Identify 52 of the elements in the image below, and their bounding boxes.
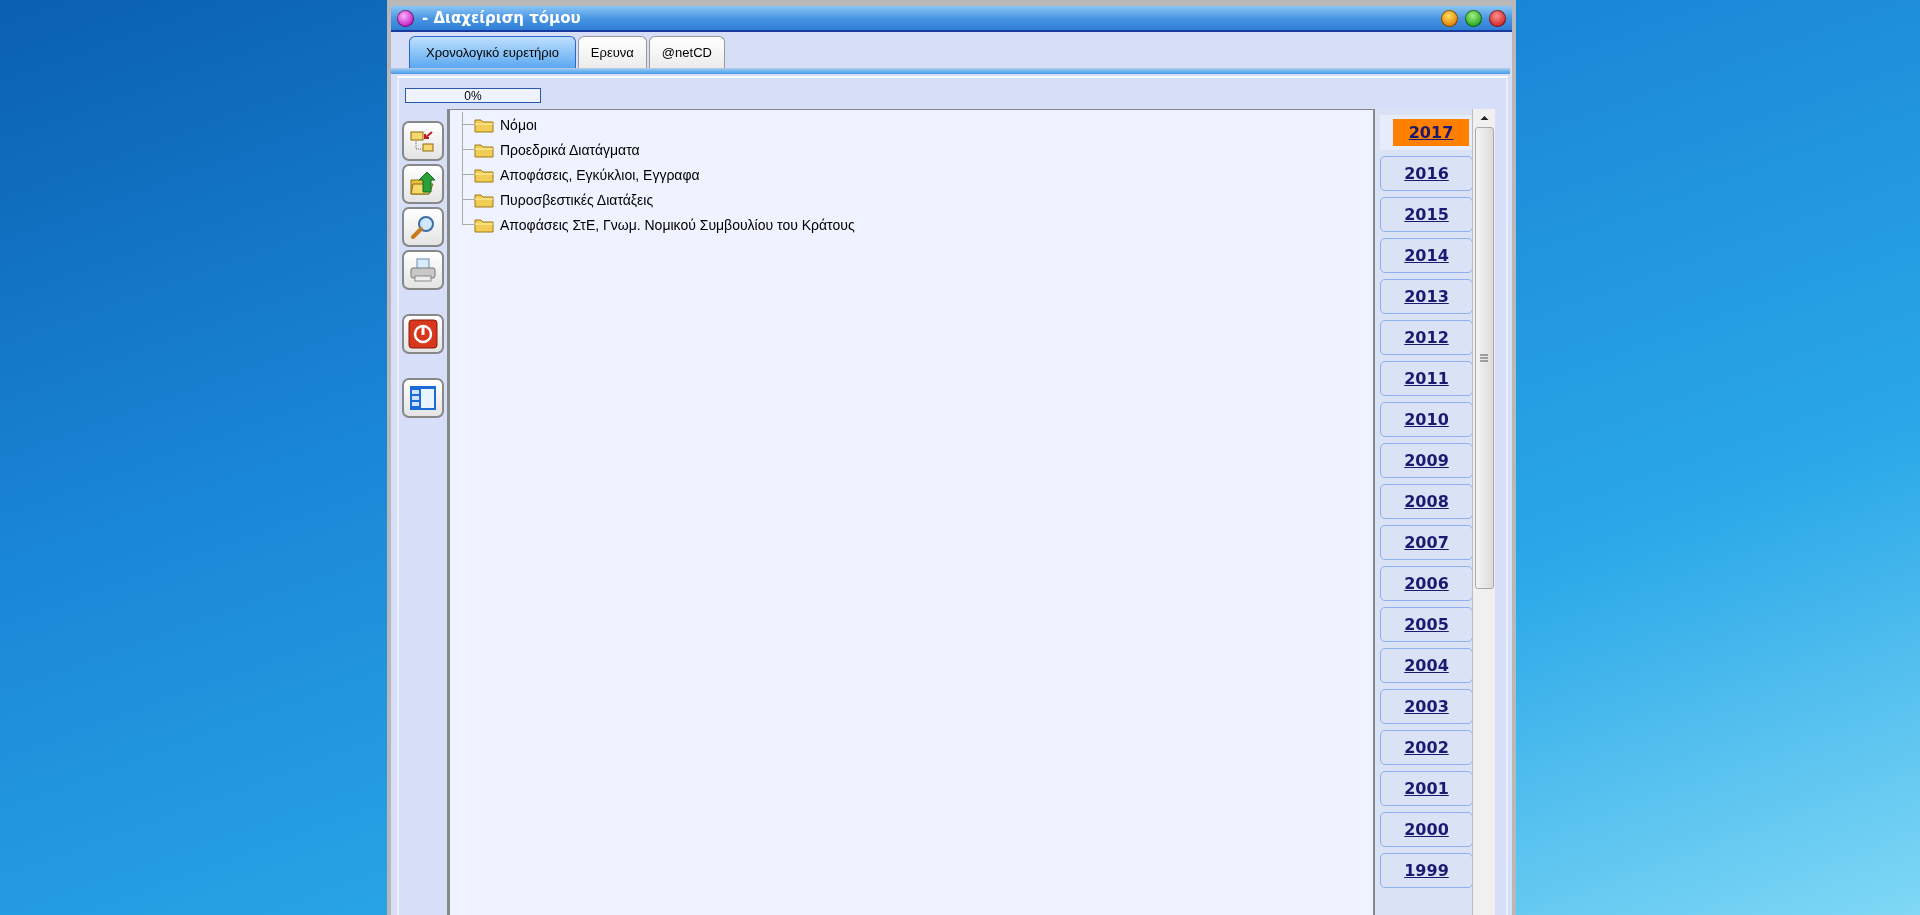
folder-tree-icon: [410, 129, 436, 153]
tree-item[interactable]: Αποφάσεις, Εγκύκλιοι, Εγγραφα: [500, 166, 700, 183]
folder-icon: [474, 191, 494, 208]
folder-arrow-icon: [409, 170, 437, 198]
printer-icon: [409, 257, 437, 283]
year-button[interactable]: 2009: [1380, 443, 1472, 478]
year-button[interactable]: 2005: [1380, 607, 1472, 642]
year-button[interactable]: 2001: [1380, 771, 1472, 806]
close-button[interactable]: [1489, 9, 1506, 27]
year-button[interactable]: 1999: [1380, 853, 1472, 888]
window-title: - Διαχείριση τόμου: [422, 9, 581, 27]
tree-button[interactable]: [402, 121, 444, 161]
progress-reading: 0%: [464, 88, 482, 103]
layout-button[interactable]: [402, 378, 444, 418]
search-icon: [410, 214, 436, 240]
year-button[interactable]: 2010: [1380, 402, 1472, 437]
minimize-button[interactable]: [1441, 9, 1458, 27]
tab[interactable]: Χρονολογικό ευρετήριο: [409, 36, 576, 68]
year-button[interactable]: 2003: [1380, 689, 1472, 724]
window-layout-icon: [408, 384, 438, 412]
grip-icon: [1480, 354, 1488, 362]
year-button[interactable]: 2013: [1380, 279, 1472, 314]
year-button[interactable]: 2004: [1380, 648, 1472, 683]
print-button[interactable]: [402, 250, 444, 290]
year-button[interactable]: 2016: [1380, 156, 1472, 191]
tree-item[interactable]: Νόμοι: [500, 116, 537, 133]
year-button[interactable]: 2015: [1380, 197, 1472, 232]
tree-item[interactable]: Προεδρικά Διατάγματα: [500, 141, 640, 158]
folder-icon: [474, 141, 494, 158]
open-button[interactable]: [402, 164, 444, 204]
folder-icon: [474, 166, 494, 183]
folder-icon: [474, 216, 494, 233]
year-button[interactable]: 2002: [1380, 730, 1472, 765]
power-icon: [408, 319, 438, 349]
tree-item[interactable]: Αποφάσεις ΣτΕ, Γνωμ. Νομικού Συμβουλίου του Κράτους: [500, 216, 855, 233]
year-button[interactable]: 2017: [1380, 115, 1472, 150]
year-button[interactable]: 2007: [1380, 525, 1472, 560]
year-button[interactable]: 2014: [1380, 238, 1472, 273]
maximize-button[interactable]: [1465, 9, 1482, 27]
app-icon: [397, 9, 414, 27]
search-button[interactable]: [402, 207, 444, 247]
year-button[interactable]: 2012: [1380, 320, 1472, 355]
year-button[interactable]: 2006: [1380, 566, 1472, 601]
year-button[interactable]: 2000: [1380, 812, 1472, 847]
tab[interactable]: Ερευνα: [577, 36, 647, 68]
year-button[interactable]: 2011: [1380, 361, 1472, 396]
tree-item[interactable]: Πυροσβεστικές Διατάξεις: [500, 191, 654, 208]
year-button[interactable]: 2008: [1380, 484, 1472, 519]
tab[interactable]: @netCD: [648, 36, 725, 68]
folder-icon: [474, 116, 494, 133]
exit-button[interactable]: [402, 314, 444, 354]
scrollbar[interactable]: [1472, 109, 1495, 915]
